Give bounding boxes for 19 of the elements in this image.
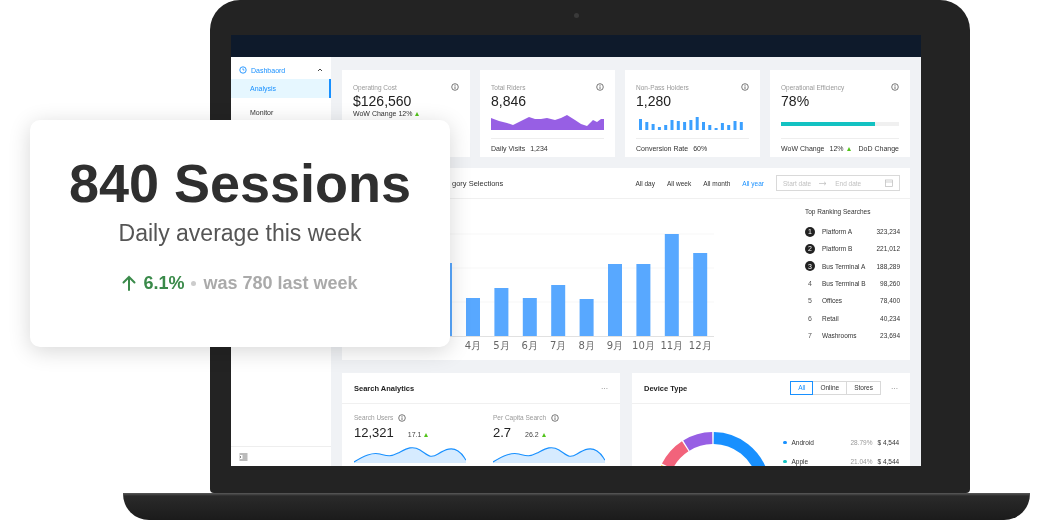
axis-label: 4月 — [464, 340, 482, 351]
metric-value: 2.7 — [493, 425, 512, 440]
axis-label: 11月 — [660, 340, 684, 351]
axis-label: 6月 — [521, 340, 538, 351]
axis-label: 7月 — [550, 340, 567, 351]
headline: 840 Sessions — [68, 153, 412, 213]
stat-value: 1,280 — [636, 93, 673, 109]
stat-value: 78% — [781, 93, 811, 109]
axis-label: 8月 — [578, 340, 595, 351]
stat-value: 8,846 — [491, 93, 528, 109]
axis-label: 12月 — [688, 340, 712, 351]
metric-value: 12,321 — [354, 425, 394, 440]
axis-label: 9月 — [606, 340, 624, 351]
axis-label: 10月 — [632, 340, 655, 351]
comparison-text: was 780 last week — [203, 272, 358, 294]
stat-value: $126,560 — [353, 93, 413, 109]
axis-label: 5月 — [493, 340, 510, 351]
change-value: 6.1% — [143, 272, 185, 294]
subtitle: Daily average this week — [118, 219, 362, 247]
